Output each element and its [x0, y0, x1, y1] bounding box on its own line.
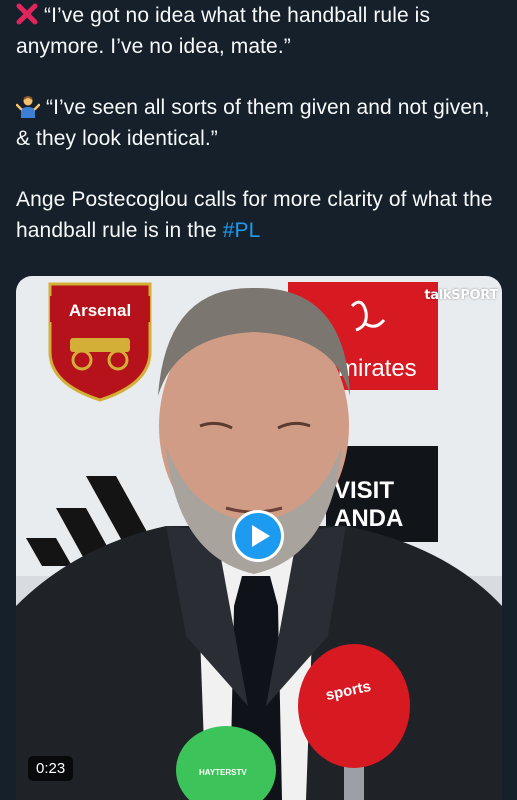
red-cross-emoji-icon	[16, 3, 38, 25]
hashtag-link[interactable]: #PL	[223, 219, 261, 242]
play-icon	[251, 525, 270, 547]
emirates-text: mirates	[338, 355, 417, 382]
quote-1-paragraph: “I’ve got no idea what the handball rule…	[16, 0, 506, 62]
quote-1: “I’ve got no idea what the handball rule…	[16, 4, 431, 58]
arsenal-crest-icon: Arsenal	[48, 282, 152, 402]
broadcaster-logo: talkSPORT	[424, 288, 498, 303]
quote-2: “I’ve seen all sorts of them given and n…	[16, 96, 490, 150]
visit-text-1: VISIT	[334, 477, 394, 504]
play-button[interactable]	[232, 510, 284, 562]
video-player[interactable]: Arsenal mirates VISIT ANDA sports HAYTER…	[16, 276, 502, 800]
video-duration: 0:23	[28, 756, 74, 781]
green-mic-label: HAYTERSTV	[199, 768, 247, 777]
crest-text: Arsenal	[69, 301, 131, 320]
person-shrugging-emoji-icon	[16, 96, 40, 118]
tweet-body: Ange Postecoglou calls for more clarity …	[16, 184, 506, 246]
tweet-text: “I’ve got no idea what the handball rule…	[16, 0, 506, 246]
quote-2-paragraph: “I’ve seen all sorts of them given and n…	[16, 92, 506, 154]
